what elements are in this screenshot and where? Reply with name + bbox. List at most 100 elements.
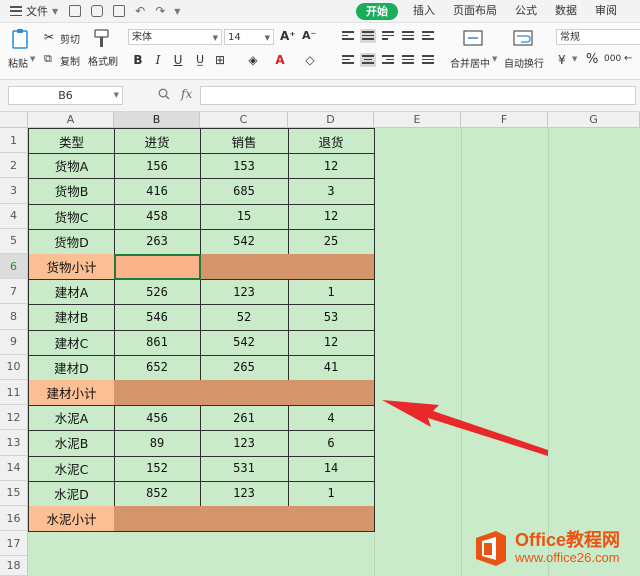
column-header-e[interactable]: E — [374, 112, 461, 128]
cell-c8[interactable]: 52 — [200, 304, 289, 331]
tab-0[interactable]: 开始 — [356, 2, 398, 20]
copy-icon[interactable]: ⧉ — [44, 52, 52, 66]
align-right-icon[interactable] — [380, 53, 396, 67]
cell-a6[interactable]: 货物小计 — [28, 254, 115, 281]
cell-a12[interactable]: 水泥A — [28, 405, 115, 432]
scissors-icon[interactable]: ✂ — [44, 30, 54, 44]
column-header-g[interactable]: G — [548, 112, 640, 128]
column-header-b[interactable]: B — [114, 112, 200, 128]
currency-dropdown-icon[interactable]: ▼ — [572, 55, 577, 63]
row-header-3[interactable]: 3 — [0, 178, 28, 204]
italic-button[interactable]: I — [150, 52, 166, 68]
row-header-4[interactable]: 4 — [0, 203, 28, 229]
cell-c13[interactable]: 123 — [200, 430, 289, 457]
cell-c11[interactable] — [200, 380, 289, 407]
align-center-icon[interactable] — [360, 53, 376, 67]
row-header-17[interactable]: 17 — [0, 531, 28, 557]
cell-d14[interactable]: 14 — [288, 455, 375, 482]
row-header-8[interactable]: 8 — [0, 304, 28, 330]
cell-d12[interactable]: 4 — [288, 405, 375, 432]
thousands-icon[interactable]: 000 — [604, 54, 621, 64]
zoom-icon[interactable] — [158, 88, 170, 100]
cell-d1[interactable]: 退货 — [288, 128, 375, 155]
cell-c2[interactable]: 153 — [200, 153, 289, 180]
paste-icon[interactable] — [10, 28, 32, 50]
cell-a16[interactable]: 水泥小计 — [28, 506, 115, 533]
insert-function-icon[interactable]: fx — [181, 87, 192, 101]
cell-a3[interactable]: 货物B — [28, 178, 115, 205]
cell-b16[interactable] — [114, 506, 201, 533]
print-preview-icon[interactable] — [113, 5, 126, 17]
tab-3[interactable]: 公式 — [506, 0, 546, 22]
paste-dropdown-icon[interactable]: ▼ — [30, 55, 35, 63]
copy-label[interactable]: 复制 — [60, 53, 80, 68]
undo-icon[interactable]: ↶ — [135, 5, 145, 17]
bold-button[interactable]: B — [130, 52, 146, 68]
cell-c9[interactable]: 542 — [200, 329, 289, 356]
font-name-select[interactable]: 宋体 ▼ — [128, 29, 222, 45]
cell-c12[interactable]: 261 — [200, 405, 289, 432]
row-header-15[interactable]: 15 — [0, 480, 28, 506]
cell-d9[interactable]: 12 — [288, 329, 375, 356]
wrap-text-label[interactable]: 自动换行 — [504, 55, 544, 70]
cell-b15[interactable]: 852 — [114, 480, 201, 507]
cell-a15[interactable]: 水泥D — [28, 480, 115, 507]
cell-c16[interactable] — [200, 506, 289, 533]
cell-d4[interactable]: 12 — [288, 203, 375, 230]
cell-d7[interactable]: 1 — [288, 279, 375, 306]
decrease-font-icon[interactable]: A⁻ — [302, 29, 316, 42]
row-header-16[interactable]: 16 — [0, 506, 28, 532]
redo-icon[interactable]: ↷ — [155, 5, 165, 17]
cell-a2[interactable]: 货物A — [28, 153, 115, 180]
border-icon[interactable]: ⊞ — [212, 52, 228, 68]
row-header-14[interactable]: 14 — [0, 455, 28, 481]
cell-c7[interactable]: 123 — [200, 279, 289, 306]
row-header-1[interactable]: 1 — [0, 128, 28, 154]
cell-c6[interactable] — [200, 254, 289, 281]
select-all-corner[interactable] — [0, 112, 28, 128]
cell-c10[interactable]: 265 — [200, 354, 289, 381]
merge-center-icon[interactable] — [462, 28, 484, 48]
cell-d10[interactable]: 41 — [288, 354, 375, 381]
row-header-9[interactable]: 9 — [0, 329, 28, 355]
tab-5[interactable]: 审阅 — [586, 0, 626, 22]
merge-center-label[interactable]: 合并居中 — [450, 55, 490, 70]
cell-b8[interactable]: 546 — [114, 304, 201, 331]
column-header-f[interactable]: F — [461, 112, 548, 128]
quick-access-more-icon[interactable]: ▼ — [174, 7, 180, 16]
fill-color-icon[interactable]: ◈ — [245, 52, 261, 68]
row-header-5[interactable]: 5 — [0, 228, 28, 254]
cell-c15[interactable]: 123 — [200, 480, 289, 507]
row-header-11[interactable]: 11 — [0, 380, 28, 406]
name-box[interactable]: B6 ▼ — [8, 86, 123, 105]
cell-d5[interactable]: 25 — [288, 228, 375, 255]
cell-d13[interactable]: 6 — [288, 430, 375, 457]
currency-icon[interactable]: ¥ — [558, 53, 566, 67]
format-painter-label[interactable]: 格式刷 — [88, 53, 118, 68]
cell-b4[interactable]: 458 — [114, 203, 201, 230]
cell-b5[interactable]: 263 — [114, 228, 201, 255]
cell-d6[interactable] — [288, 254, 375, 281]
cell-b2[interactable]: 156 — [114, 153, 201, 180]
align-left-icon[interactable] — [340, 53, 356, 67]
column-header-d[interactable]: D — [288, 112, 374, 128]
cell-a11[interactable]: 建材小计 — [28, 380, 115, 407]
orientation-icon[interactable] — [400, 29, 416, 43]
cell-d3[interactable]: 3 — [288, 178, 375, 205]
cell-b1[interactable]: 进货 — [114, 128, 201, 155]
align-bottom-icon[interactable] — [380, 29, 396, 43]
cell-a4[interactable]: 货物C — [28, 203, 115, 230]
cell-b10[interactable]: 652 — [114, 354, 201, 381]
cell-a10[interactable]: 建材D — [28, 354, 115, 381]
font-size-select[interactable]: 14 ▼ — [224, 29, 274, 45]
cut-label[interactable]: 剪切 — [60, 31, 80, 46]
paste-label[interactable]: 粘贴 — [8, 55, 28, 70]
cell-a14[interactable]: 水泥C — [28, 455, 115, 482]
align-middle-icon[interactable] — [360, 29, 376, 43]
column-header-a[interactable]: A — [28, 112, 114, 128]
tab-1[interactable]: 插入 — [404, 0, 444, 22]
cell-a13[interactable]: 水泥B — [28, 430, 115, 457]
percent-icon[interactable]: % — [586, 52, 598, 67]
row-header-12[interactable]: 12 — [0, 405, 28, 431]
cell-c4[interactable]: 15 — [200, 203, 289, 230]
